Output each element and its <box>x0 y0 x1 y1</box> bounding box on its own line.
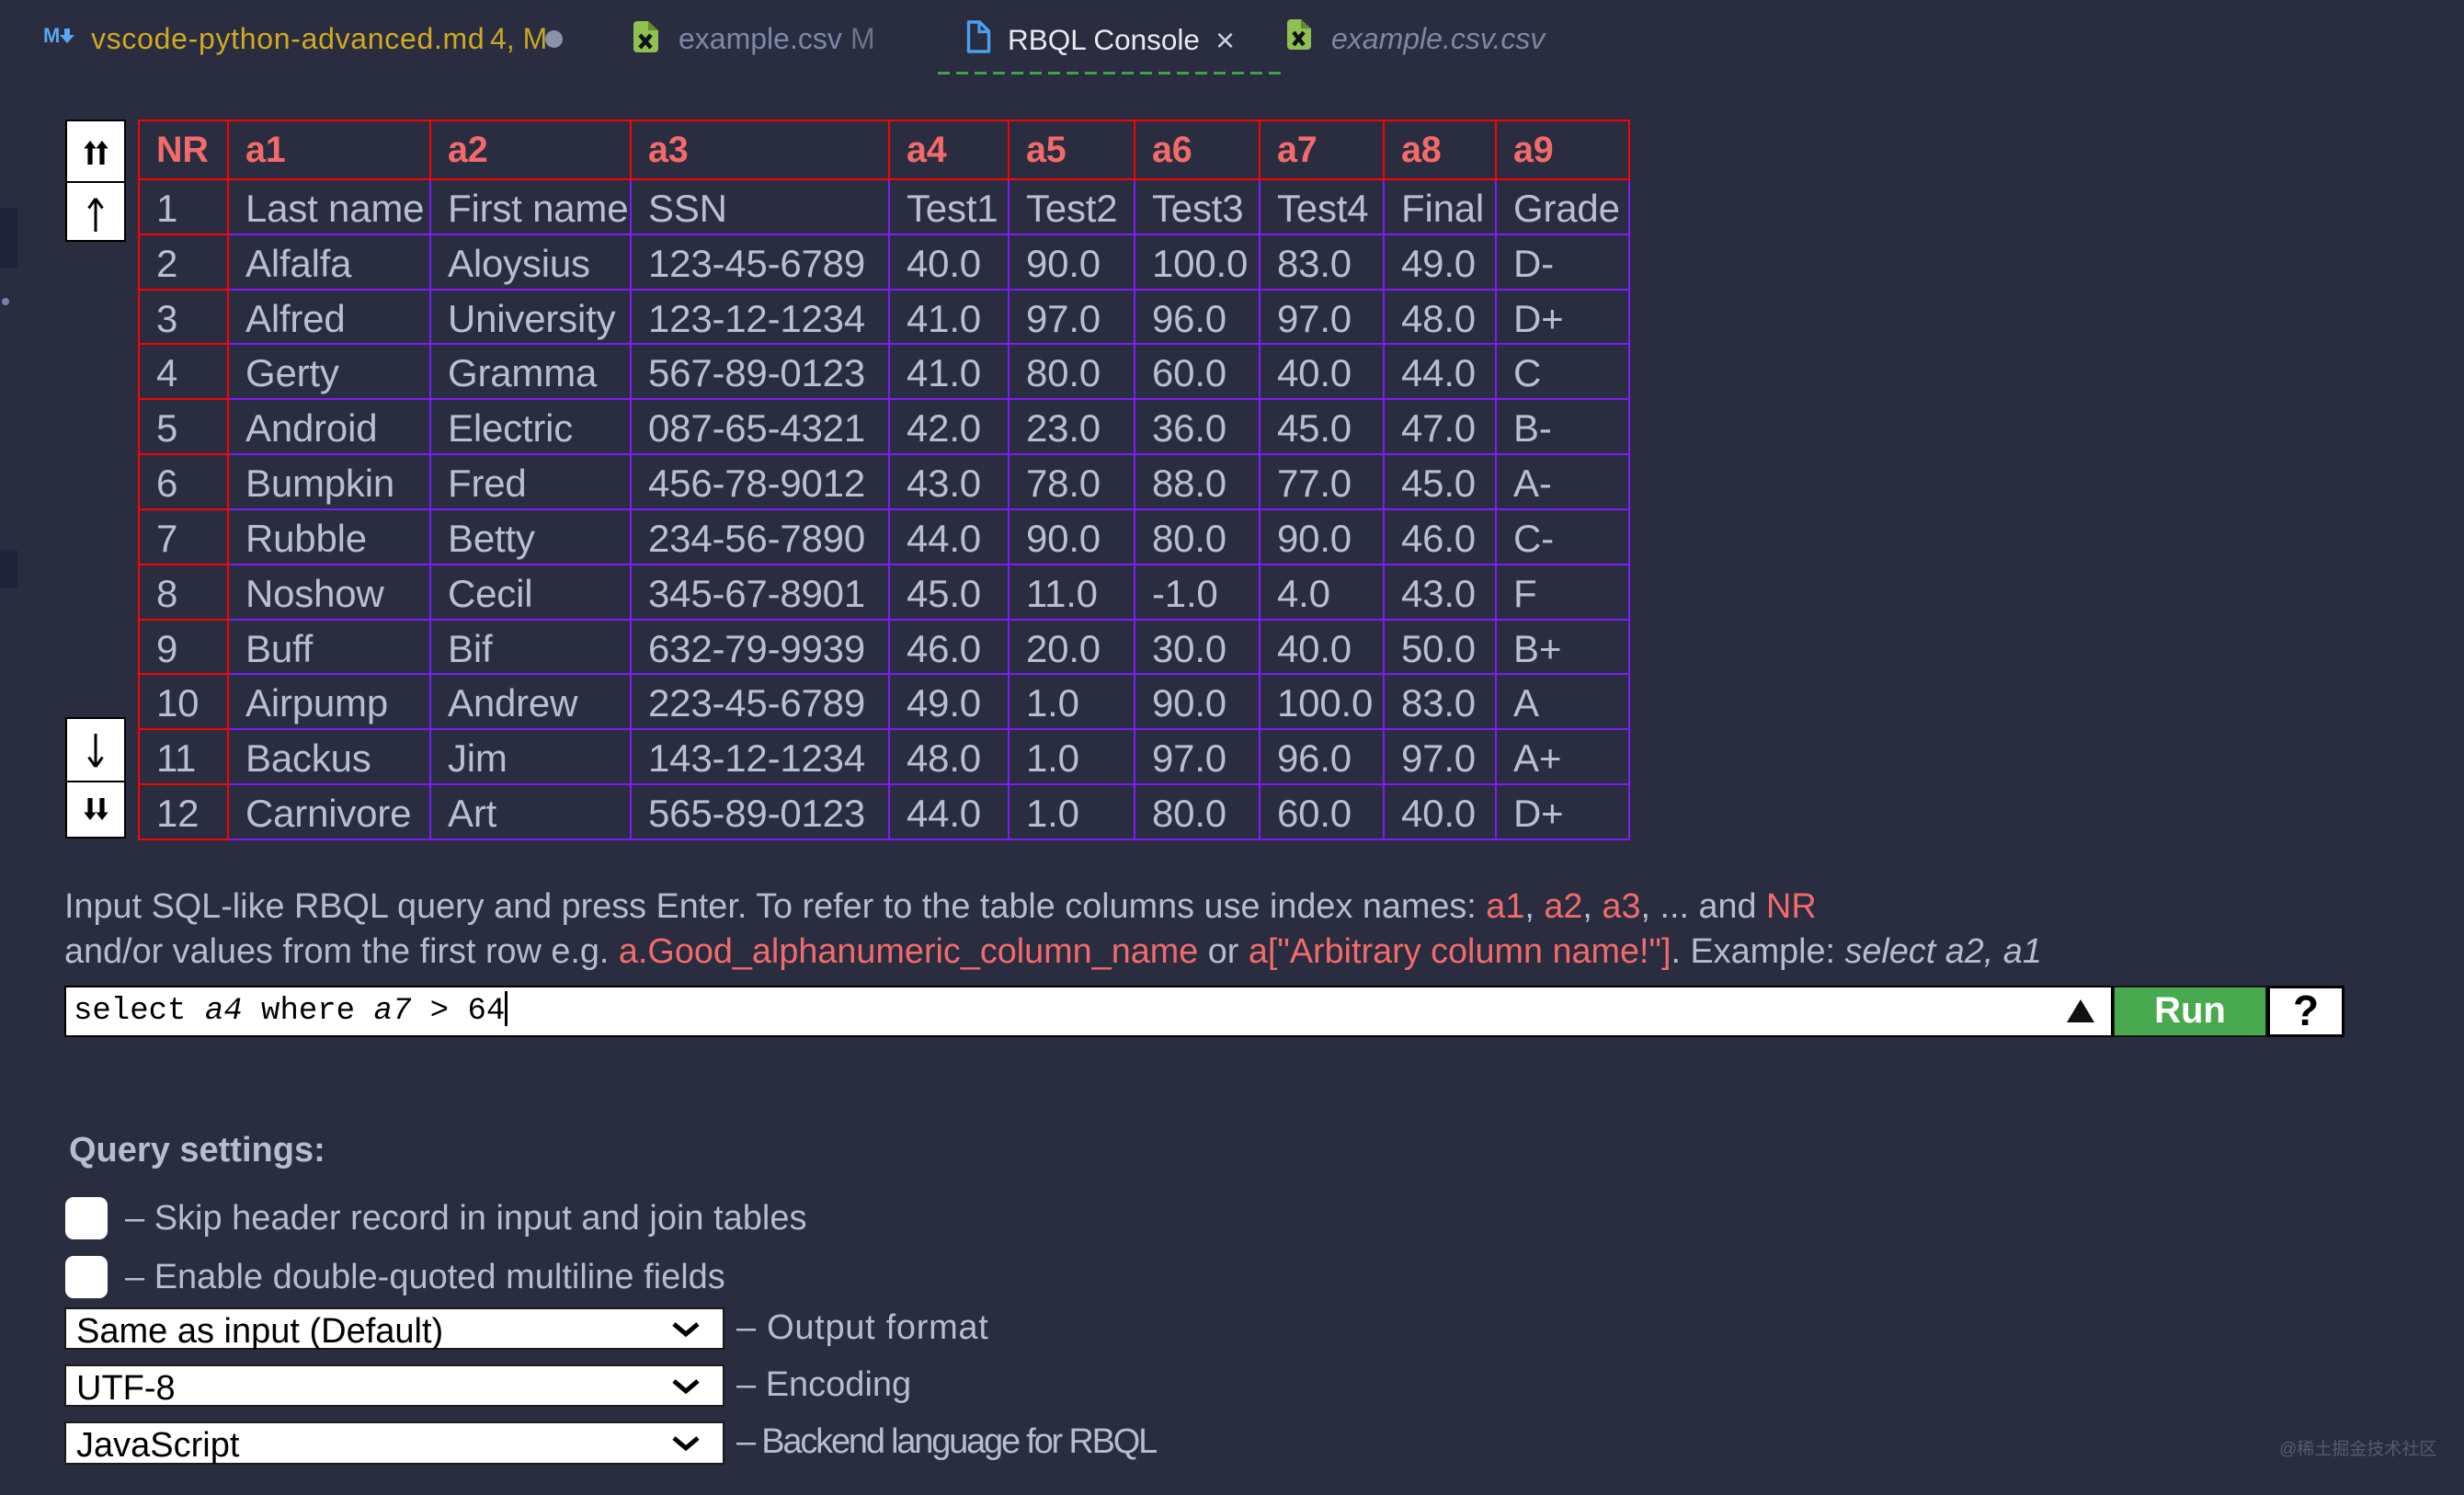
svg-text:M: M <box>44 27 60 45</box>
